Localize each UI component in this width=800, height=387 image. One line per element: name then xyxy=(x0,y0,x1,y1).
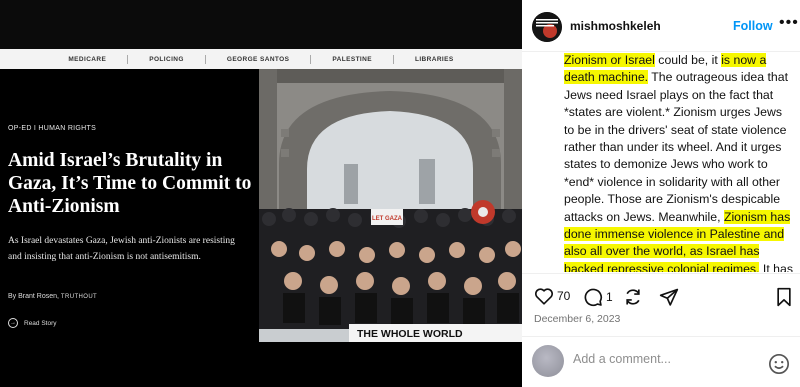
article-headline: Amid Israel’s Brutality in Gaza, It’s Ti… xyxy=(8,150,252,217)
media-top-band xyxy=(0,0,522,49)
comment-count: 1 xyxy=(606,290,613,304)
byline-author: By Brant Rosen, xyxy=(8,293,59,300)
article-byline: By Brant Rosen, TRUTHOUT xyxy=(8,293,97,300)
read-story-link: → Read Story xyxy=(8,318,57,328)
read-story-label: Read Story xyxy=(24,319,57,327)
protest-photo: LET GAZA THE WHOLE WORLD xyxy=(259,69,522,342)
nav-divider xyxy=(127,54,129,64)
post-media: MEDICARE POLICING GEORGE SANTOS PALESTIN… xyxy=(0,0,522,387)
commenter-avatar xyxy=(532,345,564,377)
caption-text: The outrageous idea that Jews need Israe… xyxy=(564,70,789,224)
bookmark-icon xyxy=(777,287,791,307)
follow-button[interactable]: Follow xyxy=(733,19,773,33)
article-nav-bar: MEDICARE POLICING GEORGE SANTOS PALESTIN… xyxy=(0,49,522,69)
nav-divider xyxy=(310,54,312,64)
nav-item-george-santos: GEORGE SANTOS xyxy=(226,55,290,63)
post-side-panel: mishmoshkeleh Follow ••• Zionism or Isra… xyxy=(522,0,800,387)
avatar[interactable] xyxy=(532,12,562,42)
byline-publication: TRUTHOUT xyxy=(60,294,98,300)
comment-action[interactable]: 1 xyxy=(583,287,613,307)
article-text-panel: OP-ED I HUMAN RIGHTS Amid Israel’s Bruta… xyxy=(0,69,259,342)
nav-item-libraries: LIBRARIES xyxy=(414,55,454,63)
post-date[interactable]: December 6, 2023 xyxy=(534,313,620,325)
post-actions-bar: 70 1 xyxy=(522,273,800,313)
repost-icon xyxy=(626,289,640,305)
like-count: 70 xyxy=(557,289,571,303)
caption-text: could be, it xyxy=(654,53,722,67)
share-button[interactable] xyxy=(659,287,679,307)
comment-bubble-icon xyxy=(584,288,603,307)
avatar-logo-icon xyxy=(532,12,562,42)
nav-divider xyxy=(392,54,394,64)
comment-bar: Add a comment... xyxy=(522,336,800,387)
caption-highlight: Zionism or Israel xyxy=(564,53,655,67)
emoji-icon[interactable] xyxy=(768,353,790,375)
send-icon xyxy=(659,288,679,306)
like-action[interactable]: 70 xyxy=(534,287,570,305)
protest-photo-illustration: LET GAZA THE WHOLE WORLD xyxy=(259,69,522,342)
post-caption: Zionism or Israel could be, it is now a … xyxy=(564,52,794,272)
post-header: mishmoshkeleh Follow ••• xyxy=(522,0,800,52)
more-options-icon[interactable]: ••• xyxy=(779,14,799,32)
heart-icon xyxy=(534,288,554,305)
save-button[interactable] xyxy=(775,287,793,307)
article-kicker: OP-ED I HUMAN RIGHTS xyxy=(8,125,97,132)
protest-sign-text: LET GAZA xyxy=(372,216,403,222)
arrow-right-icon: → xyxy=(8,318,18,328)
post-username[interactable]: mishmoshkeleh xyxy=(570,19,661,33)
banner-text: THE WHOLE WORLD xyxy=(357,328,463,340)
comment-input[interactable]: Add a comment... xyxy=(573,352,671,366)
caption-text: It has xyxy=(759,261,793,272)
article-dek: As Israel devastates Gaza, Jewish anti-Z… xyxy=(8,236,235,262)
repost-button[interactable] xyxy=(623,287,643,307)
nav-item-palestine: PALESTINE xyxy=(332,55,372,63)
nav-item-medicare: MEDICARE xyxy=(68,55,107,63)
nav-divider xyxy=(204,54,206,64)
nav-item-policing: POLICING xyxy=(149,55,184,63)
